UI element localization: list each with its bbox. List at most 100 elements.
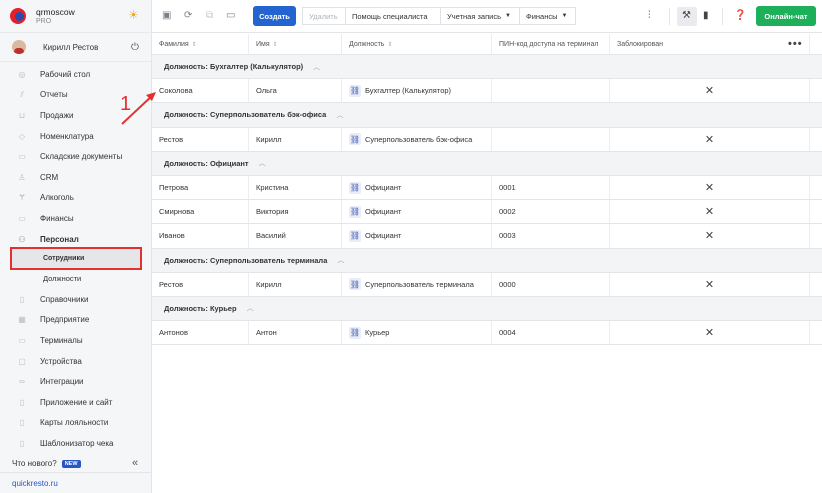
table-row[interactable]: Рестов Кирилл ⛓ Суперпользователь бэк-офиса… — [152, 127, 822, 152]
sidebar-subitem[interactable]: Сотрудники — [10, 247, 142, 271]
trash-icon[interactable]: ▮ — [703, 10, 709, 21]
help-button[interactable]: Помощь специалиста — [345, 7, 441, 25]
cell-blocked-icon[interactable]: ✕ — [610, 321, 810, 345]
chevron-down-icon: ▼ — [561, 13, 568, 19]
cell-pin: 0001 — [492, 175, 610, 200]
save-icon[interactable]: ▣ — [162, 10, 171, 21]
online-chat-button[interactable]: Онлайн-чат — [756, 6, 816, 26]
monitor-icon[interactable]: ▭ — [226, 10, 235, 21]
sidebar-item[interactable]: ∞ Интеграции — [0, 371, 151, 392]
card-icon: ▯ — [19, 418, 25, 428]
tools-icon[interactable]: ⚒ — [682, 10, 691, 21]
table-row[interactable]: Антонов Антон ⛓ Курьер 0004 ✕ — [152, 321, 822, 346]
collapse-sidebar-icon[interactable]: « — [132, 457, 138, 469]
cell-blocked-icon[interactable]: ✕ — [610, 224, 810, 248]
sidebar-item[interactable]: ♙ CRM — [0, 167, 151, 188]
sidebar-item[interactable]: ▯ Приложение и сайт — [0, 392, 151, 413]
create-button[interactable]: Создать — [253, 6, 296, 26]
link-icon[interactable]: ⛓ — [349, 229, 361, 242]
cell-blocked-icon[interactable]: ✕ — [610, 272, 810, 296]
employees-table: Фамилия ⇕ Имя ⇕ Должность ⇕ ПИН-код доступа… — [152, 34, 822, 493]
cell-first-name: Кирилл — [249, 127, 342, 151]
cell-blocked-icon[interactable]: ✕ — [610, 127, 810, 151]
cell-last-name: Иванов — [152, 224, 249, 248]
column-header-pin[interactable]: ПИН-код доступа на терминал — [492, 34, 610, 54]
chevron-up-icon[interactable]: ︿ — [247, 303, 254, 313]
sidebar-item[interactable]: ▯ Карты лояльности — [0, 413, 151, 434]
footer-link[interactable]: quickresto.ru — [0, 472, 151, 493]
sidebar-item[interactable]: ◎ Рабочий стол — [0, 64, 151, 85]
column-header-blocked[interactable]: Заблокирован — [610, 34, 810, 54]
sidebar-item[interactable]: ▦ Предприятие — [0, 310, 151, 331]
sidebar-item-label: Шаблонизатор чека — [40, 438, 114, 448]
table-row[interactable]: Иванов Василий ⛓ Официант 0003 ✕ — [152, 224, 822, 249]
theme-toggle-icon[interactable]: ☀ — [128, 8, 139, 22]
group-title: Должность: Бухгалтер (Калькулятор) — [164, 62, 304, 72]
cell-blocked-icon[interactable]: ✕ — [610, 200, 810, 224]
finance-dropdown[interactable]: Финансы ▼ — [519, 7, 576, 25]
sort-icon: ⇕ — [387, 41, 393, 48]
cell-first-name: Виктория — [249, 200, 342, 224]
sidebar-subitem[interactable]: Должности — [0, 268, 151, 289]
chevron-up-icon[interactable]: ︿ — [313, 62, 320, 72]
chevron-up-icon[interactable]: ︿ — [337, 255, 344, 265]
group-header[interactable]: Должность: Курьер ︿ — [152, 296, 822, 322]
link-icon[interactable]: ⛓ — [349, 205, 361, 218]
more-options-icon[interactable]: ••• — [788, 38, 803, 50]
help-icon[interactable]: ❓ — [734, 10, 746, 21]
table-row[interactable]: Смирнова Виктория ⛓ Официант 0002 ✕ — [152, 200, 822, 225]
column-header-last-name[interactable]: Фамилия ⇕ — [152, 34, 249, 54]
link-icon[interactable]: ⛓ — [349, 326, 361, 339]
cell-position: ⛓ Официант — [342, 224, 492, 248]
group-header[interactable]: Должность: Суперпользователь терминала ︿ — [152, 248, 822, 273]
link-icon[interactable]: ⛓ — [349, 133, 361, 146]
cell-first-name: Кирилл — [249, 272, 342, 296]
link-icon[interactable]: ⛓ — [349, 84, 361, 97]
cell-position: ⛓ Суперпользователь бэк-офиса — [342, 127, 492, 151]
table-row[interactable]: Петрова Кристина ⛓ Официант 0001 ✕ — [152, 175, 822, 201]
cell-position: ⛓ Суперпользователь терминала — [342, 272, 492, 296]
user-name: Кирилл Рестов — [43, 42, 99, 52]
sidebar-item[interactable]: ▢ Устройства — [0, 351, 151, 372]
user-panel[interactable]: Кирилл Рестов — [0, 32, 151, 62]
new-badge: NEW — [61, 459, 81, 468]
sidebar-item-label: CRM — [40, 172, 59, 182]
terminal-icon: ▭ — [18, 335, 26, 345]
sidebar-item[interactable]: Ɏ Алкоголь — [0, 188, 151, 209]
table-row[interactable]: Соколова Ольга ⛓ Бухгалтер (Калькулятор) ✕ — [152, 79, 822, 104]
cell-blocked-icon[interactable]: ✕ — [610, 79, 810, 103]
sidebar-item[interactable]: ▯ Справочники — [0, 289, 151, 310]
cell-position: ⛓ Официант — [342, 175, 492, 200]
group-header[interactable]: Должность: Суперпользователь бэк-офиса ︿ — [152, 103, 822, 128]
account-dropdown[interactable]: Учетная запись ▼ — [440, 7, 520, 25]
sidebar-item-label: Алкоголь — [40, 193, 74, 203]
sidebar-item[interactable]: ▭ Терминалы — [0, 330, 151, 351]
group-header[interactable]: Должность: Бухгалтер (Калькулятор) ︿ — [152, 55, 822, 80]
column-header-position[interactable]: Должность ⇕ — [342, 34, 492, 54]
sidebar-item-label: Терминалы — [40, 335, 83, 345]
logout-icon[interactable]: ⏻ — [131, 42, 139, 53]
sidebar-item[interactable]: ▭ Складские документы — [0, 146, 151, 167]
refresh-icon[interactable]: ⟳ — [184, 10, 192, 21]
delete-button[interactable]: Удалить — [302, 7, 346, 25]
filter-sliders-icon[interactable]: ⫶ — [648, 10, 651, 21]
chevron-up-icon[interactable]: ︿ — [336, 110, 343, 120]
sidebar-item[interactable]: ▯ Шаблонизатор чека — [0, 433, 151, 454]
group-header[interactable]: Должность: Официант ︿ — [152, 151, 822, 176]
table-row[interactable]: Рестов Кирилл ⛓ Суперпользователь терминала… — [152, 272, 822, 297]
column-header-first-name[interactable]: Имя ⇕ — [249, 34, 342, 54]
cell-blocked-icon[interactable]: ✕ — [610, 175, 810, 200]
chevron-up-icon[interactable]: ︿ — [259, 158, 266, 168]
link-icon[interactable]: ⛓ — [349, 278, 361, 291]
cell-last-name: Антонов — [152, 321, 249, 345]
cell-pin: 0002 — [492, 200, 610, 224]
copy-icon[interactable]: ⧉ — [206, 10, 213, 21]
sidebar-item[interactable]: ⚇ Персонал — [0, 229, 151, 250]
sidebar-item[interactable]: ▭ Финансы — [0, 208, 151, 229]
link-icon[interactable]: ⛓ — [349, 181, 361, 194]
whats-new-link[interactable]: Что нового? NEW — [12, 459, 81, 468]
wallet-icon: ▭ — [18, 213, 26, 223]
group-title: Должность: Курьер — [164, 303, 237, 313]
annotation-arrow-line — [121, 93, 155, 125]
cart-icon: ⊔ — [18, 110, 26, 120]
